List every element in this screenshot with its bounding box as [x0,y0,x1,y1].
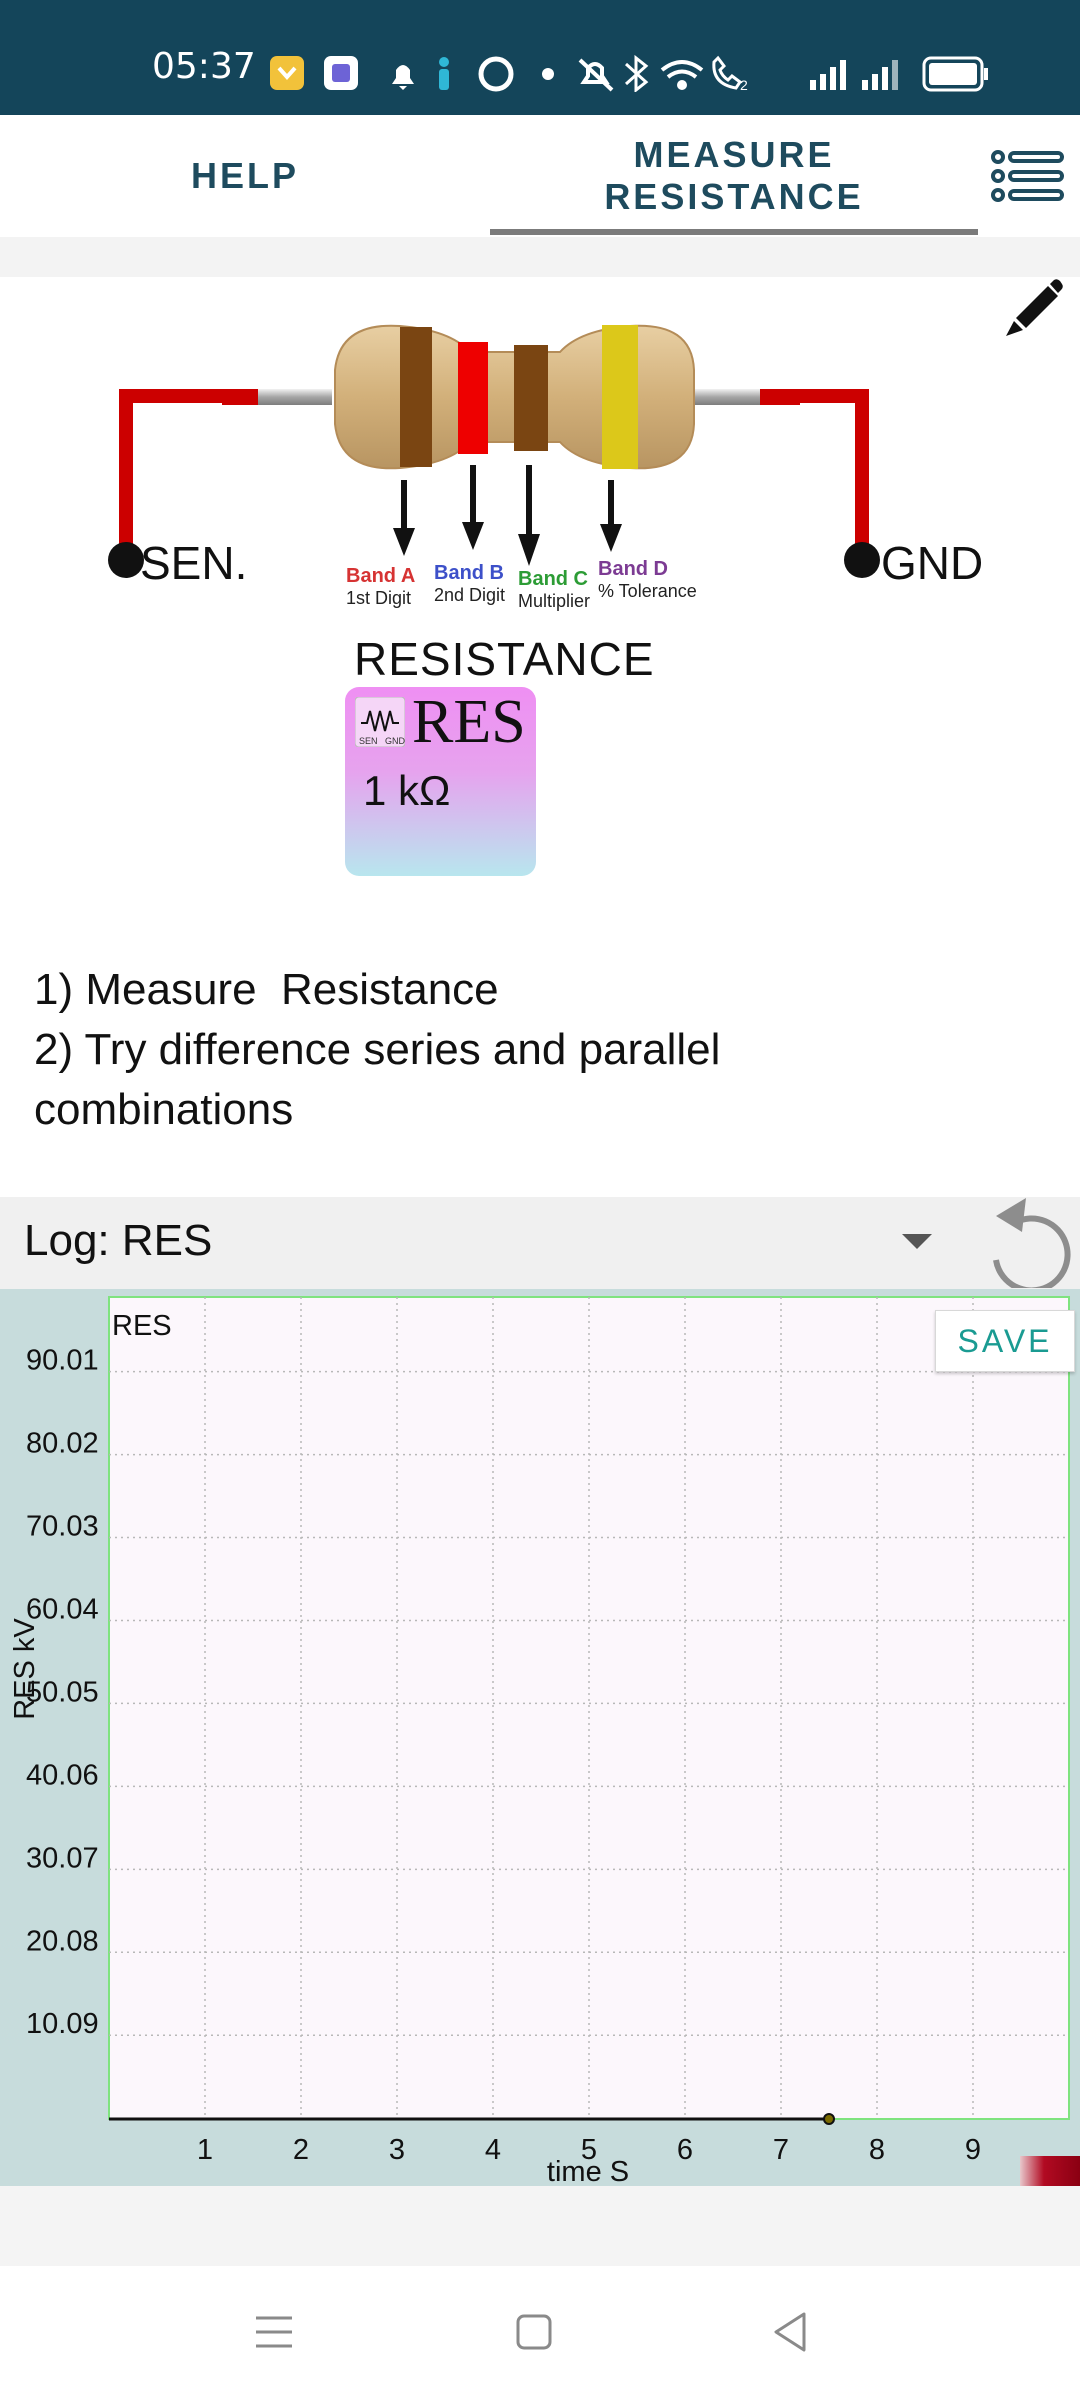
band-b-title: Band B [434,562,504,584]
band-d-label: Band D % Tolerance [598,558,697,602]
plot-area [108,1296,1070,2120]
x-tick-label: 7 [773,2134,789,2166]
person-icon [439,57,449,90]
chart-footer [0,2186,1080,2266]
instructions: 1) Measure Resistance 2) Try difference … [34,960,1034,1140]
legend-res: RES [112,1310,172,1342]
band-a-title: Band A [346,565,416,587]
x-tick-label: 8 [869,2134,885,2166]
res-chart: 90.0180.0270.0360.0450.0540.0630.0720.08… [9,1296,1070,2186]
menu-button[interactable] [978,115,1080,237]
instruction-line-2: 2) Try difference series and parallel [34,1025,721,1074]
y-tick-label: 20.08 [26,1925,99,1957]
y-tick-label: 70.03 [26,1511,99,1543]
res-sensor-tile[interactable]: SEN GND RES 1 kΩ [345,687,536,876]
tab-measure-resistance[interactable]: MEASURE RESISTANCE [490,115,978,237]
res-tile-title: RES [412,688,526,756]
status-time: 05:37 [152,46,256,87]
y-tick-label: 90.01 [26,1345,99,1377]
band-d-subtitle: % Tolerance [598,581,697,601]
tab-help-label: HELP [190,155,299,196]
bell-icon [392,65,414,90]
res-tile-value: 1 kΩ [363,767,451,814]
tab-selected-indicator [490,229,978,235]
band-c-label: Band C Multiplier [518,568,590,612]
y-axis-label: RES kV [9,1618,41,1720]
status-icons: 2 [270,54,988,92]
band-a-label: Band A 1st Digit [346,565,415,609]
signal-icon-2 [862,60,898,90]
y-tick-label: 30.07 [26,1842,99,1874]
x-tick-label: 3 [389,2134,405,2166]
wifi-icon [660,60,704,90]
series-end-point [823,2113,835,2125]
tab-bar: HELP MEASURE RESISTANCE [0,115,1080,237]
band-c-subtitle: Multiplier [518,591,591,611]
instruction-line-1: 1) Measure Resistance [34,965,499,1014]
band-b-label: Band B 2nd Digit [434,562,505,606]
x-tick-label: 6 [677,2134,693,2166]
folder-badge-icon [270,56,304,90]
y-tick-label: 40.06 [26,1759,99,1791]
color-scale-swatch [1020,2156,1080,2186]
list-menu-icon [991,150,1064,202]
undo-icon[interactable] [980,1196,1080,1288]
band-a-subtitle: 1st Digit [346,588,412,608]
divider-stripe [0,237,1080,277]
tile-icon-sen: SEN [359,736,378,746]
x-axis-label: time S [547,2156,629,2186]
band-b [458,342,488,454]
y-tick-label: 10.09 [26,2008,99,2040]
band-c [514,345,548,451]
mute-icon [578,58,614,92]
band-d-title: Band D [598,558,668,580]
instruction-line-3: combinations [34,1085,294,1134]
band-d [602,325,638,469]
home-icon[interactable] [514,2312,554,2352]
battery-icon [922,56,988,92]
resistor-sensor-icon: SEN GND [355,697,405,747]
band-a [400,327,432,467]
tab-measure-label-line1: MEASURE [633,134,835,175]
dot-icon [542,68,554,80]
y-tick-label: 80.02 [26,1428,99,1460]
circle-app-icon [478,56,514,92]
bluetooth-icon [624,54,649,92]
band-c-title: Band C [518,568,588,590]
signal-icon [810,60,846,90]
x-tick-label: 4 [485,2134,501,2166]
tab-measure-label-line2: RESISTANCE [604,176,864,217]
save-button[interactable]: SAVE [935,1310,1075,1372]
back-icon[interactable] [770,2310,810,2354]
band-b-subtitle: 2nd Digit [434,585,506,605]
tile-icon-gnd: GND [385,736,405,746]
dropdown-caret-icon[interactable] [902,1234,932,1249]
wifi-call-icon: 2 [712,55,748,92]
x-tick-label: 2 [293,2134,309,2166]
sen-label: SEN. [140,537,248,589]
x-tick-label: 1 [197,2134,213,2166]
log-selector-label: Log: RES [24,1216,213,1265]
recents-icon[interactable] [254,2312,294,2352]
gnd-wire [760,389,869,562]
tab-help[interactable]: HELP [0,115,490,237]
svg-text:2: 2 [740,77,748,92]
resistance-heading: RESISTANCE [354,633,655,685]
navigation-bar [0,2266,1080,2400]
sen-terminal [108,542,144,578]
x-tick-label: 9 [965,2134,981,2166]
status-bar: 05:37 2 [0,0,1080,115]
gnd-label: GND [881,537,984,589]
gnd-terminal [844,542,880,578]
